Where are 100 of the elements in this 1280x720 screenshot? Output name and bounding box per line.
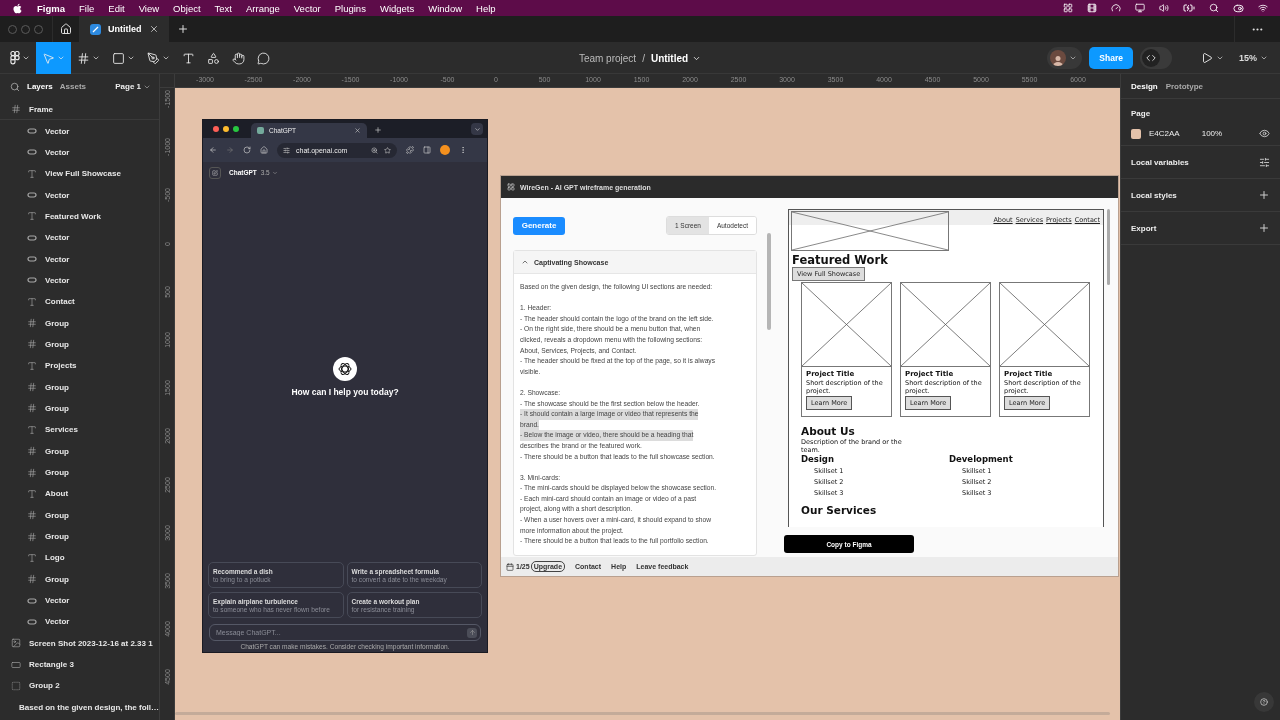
section-heading: Our Services bbox=[801, 504, 877, 516]
panel-tab[interactable]: Prototype bbox=[1165, 81, 1203, 91]
layer-item[interactable]: Vector bbox=[0, 248, 159, 270]
panel-tab[interactable]: Design bbox=[1131, 81, 1158, 91]
frame-icon bbox=[27, 510, 37, 521]
layer-item[interactable]: Group bbox=[0, 312, 159, 334]
layer-item[interactable]: Rectangle 3 bbox=[0, 653, 159, 676]
layer-item[interactable]: Group bbox=[0, 525, 159, 548]
reload-icon[interactable] bbox=[243, 146, 251, 154]
frame-icon bbox=[27, 467, 37, 478]
layer-item[interactable]: Group bbox=[0, 397, 159, 420]
dev-mode-toggle[interactable] bbox=[1140, 47, 1172, 69]
menu-item[interactable]: Arrange bbox=[246, 2, 280, 14]
eye-icon[interactable] bbox=[1259, 128, 1270, 139]
search-icon[interactable] bbox=[1209, 3, 1219, 13]
add-icon[interactable] bbox=[1258, 189, 1270, 201]
layer-item[interactable]: View Full Showcase bbox=[0, 163, 159, 185]
layer-item[interactable]: Group 2 bbox=[0, 675, 159, 697]
panel-tab[interactable]: Assets bbox=[59, 82, 87, 91]
layer-item[interactable]: Vector bbox=[0, 611, 159, 633]
help-button[interactable] bbox=[1254, 692, 1274, 712]
widget-icon[interactable] bbox=[1063, 3, 1073, 13]
avatar[interactable] bbox=[440, 145, 450, 155]
battery-icon[interactable] bbox=[1183, 2, 1195, 14]
menu-item[interactable]: Edit bbox=[108, 2, 125, 14]
wifi-icon[interactable] bbox=[1258, 3, 1268, 13]
zoom-menu[interactable]: 15% bbox=[1235, 53, 1272, 63]
menu-item[interactable]: File bbox=[79, 2, 95, 14]
layer-item[interactable]: Services bbox=[0, 419, 159, 441]
sliders-icon[interactable] bbox=[1259, 156, 1270, 168]
film-icon[interactable] bbox=[1087, 3, 1097, 13]
close-icon[interactable] bbox=[354, 127, 361, 134]
home-icon bbox=[60, 23, 72, 35]
file-name[interactable]: Untitled bbox=[650, 52, 702, 64]
layer-item[interactable]: Vector bbox=[0, 120, 159, 142]
menu-icon[interactable] bbox=[459, 146, 467, 154]
star-icon bbox=[384, 146, 391, 154]
sidebar-icon[interactable] bbox=[423, 146, 431, 154]
close-icon[interactable] bbox=[148, 24, 159, 34]
text-icon bbox=[27, 552, 37, 563]
layer-item[interactable]: Group bbox=[0, 376, 159, 398]
display-icon[interactable] bbox=[1135, 3, 1145, 13]
layer-item[interactable]: Group bbox=[0, 568, 159, 590]
panel-tab[interactable]: Layers bbox=[27, 82, 53, 91]
code-icon bbox=[1146, 53, 1156, 63]
back-icon[interactable] bbox=[209, 146, 217, 154]
add-icon[interactable] bbox=[374, 126, 382, 134]
layer-item[interactable]: Vector bbox=[0, 184, 159, 206]
opacity-value: 100% bbox=[1201, 129, 1223, 138]
frame-icon bbox=[77, 51, 90, 65]
separator: / bbox=[642, 52, 645, 64]
menu-item[interactable]: Plugins bbox=[334, 2, 366, 14]
send-button[interactable] bbox=[467, 627, 477, 638]
menu-item[interactable]: Help bbox=[476, 2, 496, 14]
menu-item[interactable]: Text bbox=[214, 2, 232, 14]
zoom-icon bbox=[371, 146, 378, 154]
color-swatch[interactable] bbox=[1131, 128, 1141, 139]
layer-item[interactable]: Group bbox=[0, 440, 159, 462]
chevron-icon bbox=[521, 258, 529, 266]
home-icon[interactable] bbox=[260, 146, 268, 154]
color-value: E4C2AA bbox=[1149, 129, 1180, 138]
section-heading: Featured Work bbox=[792, 253, 888, 267]
control-center-icon[interactable] bbox=[1233, 2, 1244, 14]
tab-menu-button[interactable] bbox=[471, 123, 483, 135]
layer-item[interactable]: Screen Shot 2023-12-16 at 2.33 1 bbox=[0, 632, 159, 654]
layer-item[interactable]: Projects bbox=[0, 355, 159, 377]
layer-item[interactable]: Group bbox=[0, 461, 159, 484]
menu-item[interactable]: Widgets bbox=[379, 2, 415, 14]
avatar-menu[interactable] bbox=[1047, 47, 1083, 69]
menu-item[interactable]: Vector bbox=[293, 2, 321, 14]
layer-item[interactable]: Featured Work bbox=[0, 205, 159, 228]
layer-item[interactable]: Vector bbox=[0, 589, 159, 612]
gauge-icon[interactable] bbox=[1111, 3, 1121, 13]
greeting-text: How can I help you today? bbox=[291, 386, 399, 397]
page-selector[interactable]: Page 1 bbox=[115, 82, 151, 91]
menu-item[interactable]: View bbox=[138, 2, 160, 14]
volume-icon[interactable] bbox=[1159, 3, 1169, 13]
apple-icon[interactable] bbox=[12, 2, 23, 14]
menu-item[interactable]: Figma bbox=[37, 2, 65, 14]
layer-item[interactable]: Logo bbox=[0, 547, 159, 569]
caret-icon bbox=[271, 169, 278, 176]
layer-item[interactable]: Frame bbox=[0, 99, 159, 121]
layer-item[interactable]: Vector bbox=[0, 269, 159, 292]
menu-item[interactable]: Window bbox=[428, 2, 463, 14]
puzzle-icon[interactable] bbox=[406, 146, 414, 154]
comment-icon bbox=[257, 51, 270, 65]
layer-item[interactable]: Vector bbox=[0, 227, 159, 249]
add-icon[interactable] bbox=[1258, 222, 1270, 234]
layer-item[interactable]: Contact bbox=[0, 291, 159, 313]
menu-item[interactable]: Object bbox=[173, 2, 201, 14]
new-chat-button[interactable] bbox=[209, 166, 221, 179]
layer-item[interactable]: Group bbox=[0, 333, 159, 356]
group-icon bbox=[11, 680, 21, 691]
layer-item[interactable]: About bbox=[0, 483, 159, 505]
layer-item[interactable]: Vector bbox=[0, 141, 159, 164]
search-icon[interactable] bbox=[10, 81, 20, 92]
frame-icon bbox=[27, 318, 37, 329]
layer-item[interactable]: Group bbox=[0, 504, 159, 526]
file-tab[interactable]: Untitled bbox=[80, 16, 169, 42]
layer-item[interactable]: Based on the given design, the foll… bbox=[0, 696, 159, 718]
